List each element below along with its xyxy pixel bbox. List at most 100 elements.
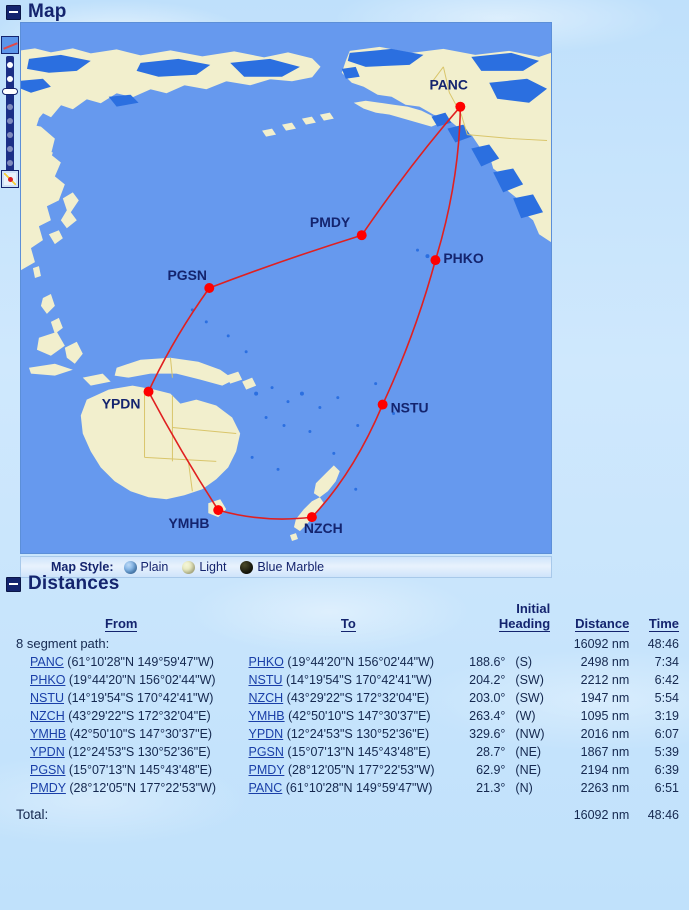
cell-distance: 1947 nm — [580, 691, 630, 705]
summary-time: 48:46 — [647, 636, 679, 651]
cell-initial-heading: 28.7° — [476, 745, 506, 759]
airport-link[interactable]: NSTU — [30, 691, 64, 705]
airport-coordinates: (12°24'53"S 130°52'36"E) — [283, 727, 430, 741]
marker-dot[interactable] — [430, 255, 441, 266]
zoom-tick[interactable] — [7, 118, 13, 124]
minus-box-icon[interactable] — [6, 4, 21, 20]
airport-coordinates: (19°44'20"N 156°02'44"W) — [283, 655, 435, 669]
map-canvas[interactable]: PANC PHKO PMDY PGSN NSTU NZCH YMHB YPDN — [20, 22, 552, 554]
cell-time: 5:39 — [654, 745, 679, 759]
table-row: NZCH (43°29'22"S 172°32'04"E) YMHB (42°50… — [0, 707, 689, 725]
marker-label: PANC — [429, 77, 467, 93]
total-to-spacer — [242, 797, 454, 824]
column-header-time[interactable]: Time — [635, 600, 689, 634]
compass-icon[interactable] — [1, 170, 19, 188]
airport-coordinates: (42°50'10"S 147°30'37"E) — [66, 727, 213, 741]
cell-direction: (S) — [515, 655, 533, 669]
zoom-tick[interactable] — [7, 160, 13, 166]
airport-coordinates: (14°19'54"S 170°42'41"W) — [282, 673, 432, 687]
cell-to: NSTU (14°19'54"S 170°42'41"W) — [242, 671, 454, 689]
summary-direction-spacer — [511, 634, 556, 653]
marker-dot[interactable] — [204, 283, 215, 293]
marker-dot[interactable] — [356, 230, 367, 241]
airport-link[interactable]: YPDN — [30, 745, 65, 759]
cell-initial-heading: 263.4° — [469, 709, 506, 723]
total-distance: 16092 nm — [573, 807, 630, 822]
table-row: YPDN (12°24'53"S 130°52'36"E) PGSN (15°07… — [0, 743, 689, 761]
airport-link[interactable]: PMDY — [248, 763, 284, 777]
column-header-from-label: From — [104, 616, 138, 632]
line-style-icon[interactable] — [1, 36, 19, 54]
distances-table-body: 8 segment path: 16092 nm 48:46 PANC (61°10'… — [0, 634, 689, 824]
total-row: Total: 16092 nm 48:46 — [0, 797, 689, 824]
cell-direction: (N) — [515, 781, 533, 795]
marker-label: YPDN — [102, 396, 141, 412]
summary-heading-spacer — [454, 634, 511, 653]
airport-link[interactable]: NZCH — [248, 691, 283, 705]
airport-link[interactable]: PANC — [30, 655, 64, 669]
table-header-row: From To Initial Heading Distance Time — [0, 600, 689, 634]
cell-direction: (SW) — [515, 691, 544, 705]
airport-link[interactable]: PGSN — [248, 745, 283, 759]
airport-coordinates: (61°10'28"N 149°59'47"W) — [63, 655, 214, 669]
cell-direction: (SW) — [515, 673, 544, 687]
zoom-tick[interactable] — [7, 62, 13, 68]
cell-distance: 2263 nm — [580, 781, 630, 795]
cell-to: PANC (61°10'28"N 149°59'47"W) — [242, 779, 454, 797]
cell-distance: 2194 nm — [580, 763, 630, 777]
airport-link[interactable]: YMHB — [248, 709, 284, 723]
table-row: PMDY (28°12'05"N 177°22'53"W) PANC (61°10… — [0, 779, 689, 797]
minus-box-icon[interactable] — [6, 576, 21, 592]
column-header-to-label: To — [340, 616, 356, 632]
column-header-from[interactable]: From — [0, 600, 242, 634]
airport-coordinates: (12°24'53"S 130°52'36"E) — [64, 745, 211, 759]
zoom-tick[interactable] — [7, 76, 13, 82]
summary-to-spacer — [242, 634, 454, 653]
airport-link[interactable]: PHKO — [30, 673, 65, 687]
airport-coordinates: (19°44'20"N 156°02'44"W) — [65, 673, 216, 687]
airport-link[interactable]: NZCH — [30, 709, 65, 723]
airport-link[interactable]: YMHB — [30, 727, 66, 741]
airport-coordinates: (61°10'28"N 149°59'47"W) — [282, 781, 433, 795]
table-row: NSTU (14°19'54"S 170°42'41"W) NZCH (43°29… — [0, 689, 689, 707]
zoom-tick[interactable] — [7, 104, 13, 110]
marker-dot[interactable] — [143, 386, 154, 397]
marker-dot[interactable] — [455, 101, 466, 112]
cell-time: 5:54 — [654, 691, 679, 705]
airport-link[interactable]: NSTU — [248, 673, 282, 687]
airport-link[interactable]: YPDN — [248, 727, 283, 741]
airport-link[interactable]: PGSN — [30, 763, 65, 777]
airport-coordinates: (28°12'05"N 177°22'53"W) — [65, 781, 217, 795]
column-header-to[interactable]: To — [242, 600, 454, 634]
cell-initial-heading: 188.6° — [469, 655, 506, 669]
total-time: 48:46 — [647, 807, 679, 822]
cell-from: YMHB (42°50'10"S 147°30'37"E) — [0, 725, 242, 743]
summary-row: 8 segment path: 16092 nm 48:46 — [0, 634, 689, 653]
cell-from: YPDN (12°24'53"S 130°52'36"E) — [0, 743, 242, 761]
cell-distance: 1867 nm — [580, 745, 630, 759]
cell-time: 7:34 — [654, 655, 679, 669]
marker-dot[interactable] — [377, 399, 388, 410]
marker-dot[interactable] — [213, 505, 224, 516]
airport-coordinates: (43°29'22"S 172°32'04"E) — [64, 709, 211, 723]
column-header-distance[interactable]: Distance — [556, 600, 635, 634]
table-row: PHKO (19°44'20"N 156°02'44"W) NSTU (14°19… — [0, 671, 689, 689]
airport-link[interactable]: PMDY — [30, 781, 66, 795]
airport-link[interactable]: PHKO — [248, 655, 283, 669]
zoom-tick[interactable] — [7, 146, 13, 152]
column-header-initial-heading[interactable]: Initial Heading — [454, 600, 556, 634]
marker-label: NSTU — [391, 400, 429, 416]
distances-table: From To Initial Heading Distance Time 8 … — [0, 600, 689, 824]
table-row: YMHB (42°50'10"S 147°30'37"E) YPDN (12°24… — [0, 725, 689, 743]
column-header-heading-label: Heading — [498, 616, 551, 632]
cell-from: PANC (61°10'28"N 149°59'47"W) — [0, 653, 242, 671]
cell-distance: 1095 nm — [580, 709, 630, 723]
map-zoom-control[interactable] — [0, 28, 20, 206]
zoom-slider-handle[interactable] — [2, 88, 18, 95]
airport-link[interactable]: PANC — [248, 781, 282, 795]
cell-direction: (W) — [515, 709, 536, 723]
cell-initial-heading: 203.0° — [469, 691, 506, 705]
cell-time: 3:19 — [654, 709, 679, 723]
map-section-header: Map — [0, 0, 689, 24]
zoom-tick[interactable] — [7, 132, 13, 138]
